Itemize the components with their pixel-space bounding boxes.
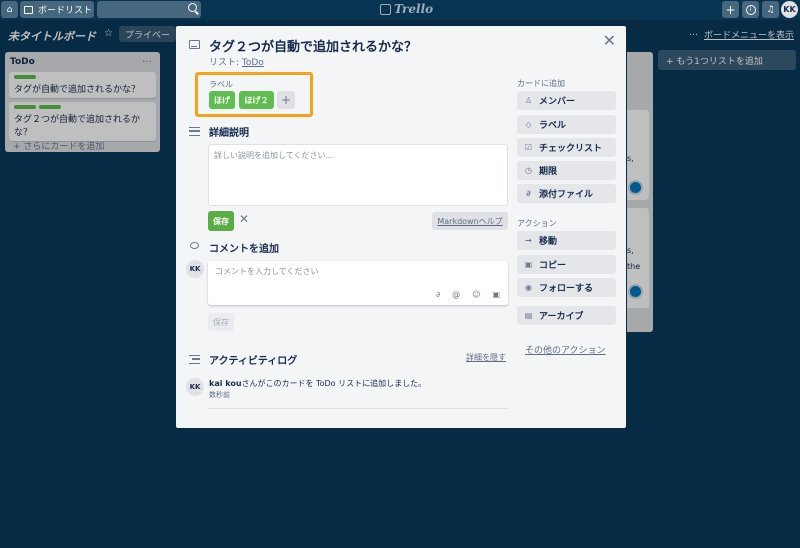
mention-icon[interactable]: @ xyxy=(452,290,460,299)
paperclip-icon: ∂ xyxy=(526,189,531,198)
home-icon: ⌂ xyxy=(6,4,13,15)
labels-button[interactable]: ◇ ラベル xyxy=(517,115,616,134)
description-input[interactable]: 詳しい説明を追加してください... xyxy=(208,144,508,206)
labels-heading: ラベル xyxy=(209,80,233,89)
list-link[interactable]: ToDo xyxy=(242,58,264,68)
bell-icon: ♫ xyxy=(766,4,775,15)
comment-placeholder: コメントを入力してください xyxy=(215,267,319,276)
copy-icon: ▣ xyxy=(524,260,533,269)
info-icon: i xyxy=(745,4,756,15)
home-button[interactable]: ⌂ xyxy=(1,1,18,18)
follow-button[interactable]: ◉ フォローする xyxy=(517,278,616,297)
activity-user[interactable]: kai kou xyxy=(209,379,242,388)
add-to-card-heading: カードに追加 xyxy=(517,79,565,88)
add-label-button[interactable]: + xyxy=(277,91,295,109)
card-detail-modal: タグ２つが自動で追加されるかな？ リスト: ToDo ✕ ラベル ほげ ほげ２ … xyxy=(176,26,626,428)
boards-label: ボードリスト xyxy=(38,6,93,16)
divider xyxy=(208,408,508,409)
cancel-icon[interactable]: ✕ xyxy=(239,212,249,226)
trello-logo[interactable]: Trello xyxy=(380,2,433,16)
close-icon[interactable]: ✕ xyxy=(603,31,616,50)
avatar[interactable]: KK xyxy=(186,378,204,396)
copy-button[interactable]: ▣ コピー xyxy=(517,255,616,274)
markdown-help-button[interactable]: Markdownヘルプ xyxy=(432,212,508,230)
label-hoge2[interactable]: ほげ２ xyxy=(239,91,274,109)
tag-icon: ◇ xyxy=(525,120,532,129)
move-button[interactable]: → 移動 xyxy=(517,231,616,250)
clock-icon: ◷ xyxy=(525,166,532,175)
attachment-button[interactable]: ∂ 添付ファイル xyxy=(517,184,616,203)
boards-button[interactable]: ボードリスト xyxy=(20,1,94,18)
top-bar: ⌂ ボードリスト Trello + i ♫ KK xyxy=(0,0,800,20)
card-title[interactable]: タグ２つが自動で追加されるかな？ xyxy=(209,36,417,55)
board-icon xyxy=(24,5,33,14)
notifications-button[interactable]: ♫ xyxy=(762,1,779,18)
info-button[interactable]: i xyxy=(742,1,759,18)
activity-heading: アクティビティログ xyxy=(209,356,298,367)
hide-details-link[interactable]: 詳細を隠す xyxy=(466,352,506,363)
comment-input[interactable]: コメントを入力してください ∂ @ ☺ ▣ xyxy=(208,261,508,305)
card-link-icon[interactable]: ▣ xyxy=(492,290,500,299)
activity-time[interactable]: 数秒前 xyxy=(209,390,230,400)
more-actions-link[interactable]: その他のアクション xyxy=(525,343,606,356)
label-hoge[interactable]: ほげ xyxy=(209,91,235,109)
members-button[interactable]: ♙ メンバー xyxy=(517,91,616,110)
eye-icon: ◉ xyxy=(525,283,532,292)
activity-entry: kai kouさんがこのカードを ToDo リストに追加しました。 xyxy=(209,379,427,388)
avatar[interactable]: KK xyxy=(186,260,204,278)
search-icon xyxy=(188,3,197,12)
attach-icon[interactable]: ∂ xyxy=(436,290,440,299)
logo-icon xyxy=(380,3,391,15)
save-button[interactable]: 保存 xyxy=(208,211,234,231)
comment-heading: コメントを追加 xyxy=(209,244,279,255)
card-list-info: リスト: ToDo xyxy=(209,58,264,68)
emoji-icon[interactable]: ☺ xyxy=(472,290,480,299)
search-input[interactable] xyxy=(97,1,201,18)
user-avatar[interactable]: KK xyxy=(781,1,798,18)
archive-button[interactable]: ▤ アーカイブ xyxy=(517,306,616,325)
activity-icon xyxy=(189,355,200,364)
actions-heading: アクション xyxy=(517,219,557,228)
archive-icon: ▤ xyxy=(524,311,533,320)
checklist-icon: ☑ xyxy=(524,143,533,152)
description-heading: 詳細説明 xyxy=(209,128,249,139)
arrow-right-icon: → xyxy=(525,236,532,245)
plus-icon: + xyxy=(725,2,736,17)
card-icon xyxy=(189,40,200,49)
create-button[interactable]: + xyxy=(722,1,739,18)
description-icon xyxy=(189,127,200,136)
person-icon: ♙ xyxy=(524,96,533,105)
due-date-button[interactable]: ◷ 期限 xyxy=(517,161,616,180)
comment-tools: ∂ @ ☺ ▣ xyxy=(436,290,500,299)
comment-icon xyxy=(190,242,199,249)
comment-save-button[interactable]: 保存 xyxy=(208,313,234,331)
checklist-button[interactable]: ☑ チェックリスト xyxy=(517,138,616,157)
